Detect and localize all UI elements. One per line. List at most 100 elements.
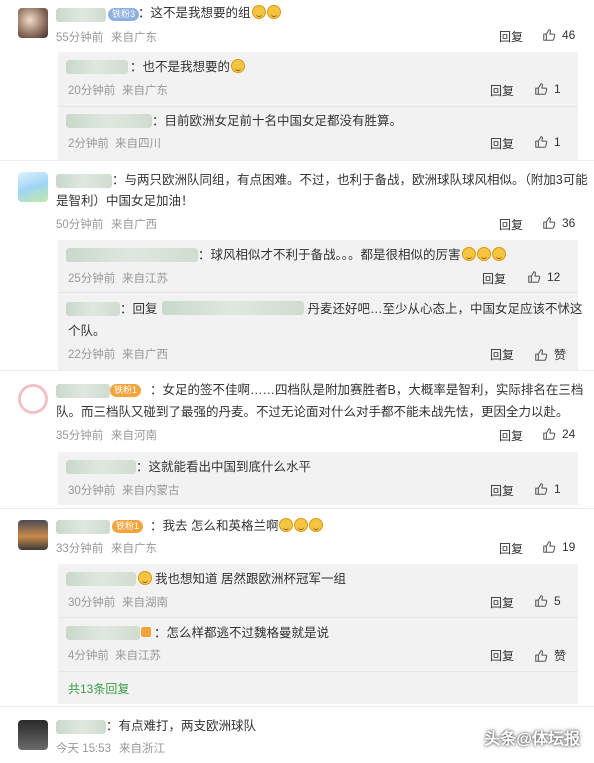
username[interactable] <box>56 384 110 398</box>
thumbs-up-icon <box>534 348 548 362</box>
like-button[interactable]: 46 <box>542 28 575 42</box>
reply-button[interactable]: 回复 <box>490 594 514 611</box>
like-count: 46 <box>562 28 576 42</box>
reply-text: ：球风相似才不利于备战。。。都是很相似的厉害 <box>198 245 506 265</box>
smile-emoji-icon <box>138 571 152 585</box>
like-count: 1 <box>554 135 561 149</box>
like-button[interactable]: 赞 <box>534 346 566 363</box>
fan-badge: 铁粉1 <box>110 384 142 397</box>
like-button[interactable]: 12 <box>527 270 560 284</box>
like-button[interactable]: 赞 <box>534 647 566 664</box>
like-count: 12 <box>547 270 561 284</box>
username[interactable] <box>56 8 106 22</box>
cat-emoji-icon <box>476 247 491 261</box>
like-count: 36 <box>562 216 576 230</box>
reply-location: 来自湖南 <box>122 597 168 609</box>
like-button[interactable]: 24 <box>542 427 575 441</box>
comment-text: ：女足的签不佳啊……四档队是附加赛胜者B，大概率是智利，实际排名在三档 <box>150 383 584 397</box>
separator <box>0 160 594 161</box>
username[interactable] <box>56 720 106 734</box>
reply-time: 22分钟前 <box>68 349 116 361</box>
cat-emoji-icon <box>461 247 476 261</box>
reply-button[interactable]: 回复 <box>499 540 523 557</box>
reply-button[interactable]: 回复 <box>490 647 514 664</box>
like-count: 1 <box>554 482 561 496</box>
comment-time: 今天 15:53 <box>56 743 111 755</box>
divider <box>58 617 578 618</box>
reply-button[interactable]: 回复 <box>499 216 523 233</box>
avatar[interactable] <box>18 172 48 202</box>
reply-button[interactable]: 回复 <box>482 270 506 287</box>
like-button[interactable]: 1 <box>534 135 561 149</box>
thumbs-up-icon <box>534 82 548 96</box>
fan-badge: 铁粉3 <box>108 8 140 21</box>
comment-text: ：我去 怎么和英格兰啊 <box>150 516 324 536</box>
reply-time: 20分钟前 <box>68 85 116 97</box>
reply-location: 来自江苏 <box>115 650 161 662</box>
like-button[interactable]: 36 <box>542 216 575 230</box>
avatar[interactable] <box>18 8 48 38</box>
username[interactable] <box>66 114 152 128</box>
laughing-emoji-icon <box>266 5 281 19</box>
reply-text: ：这就能看出中国到底什么水平 <box>136 460 312 474</box>
comment-text: 队。而三档队又碰到了最强的丹麦。不过无论面对什么对手都不能未战先怯，更因全力以赴… <box>56 405 569 419</box>
thumbs-up-icon <box>542 216 556 230</box>
like-count: 赞 <box>554 649 567 663</box>
separator <box>0 706 594 707</box>
comment-location: 来自河南 <box>111 430 157 442</box>
avatar[interactable] <box>18 384 48 414</box>
reply-location: 来自四川 <box>115 138 161 150</box>
username[interactable] <box>56 174 112 188</box>
reply-location: 来自广西 <box>122 349 168 361</box>
reply-button[interactable]: 回复 <box>490 346 514 363</box>
reply-text: ：怎么样都逃不过魏格曼就是说 <box>154 626 330 640</box>
reply-time: 30分钟前 <box>68 597 116 609</box>
mentioned-username[interactable] <box>161 301 304 315</box>
comment-location: 来自广东 <box>111 32 157 44</box>
divider <box>58 106 578 107</box>
divider <box>58 671 578 672</box>
cat-emoji-icon <box>231 59 246 73</box>
comment-time: 50分钟前 <box>56 219 104 231</box>
username[interactable] <box>66 572 136 586</box>
username[interactable] <box>66 248 198 262</box>
like-count: 赞 <box>554 348 567 362</box>
username[interactable] <box>56 520 110 534</box>
reply-text: ：回复 丹麦还好吧…至少从心态上，中国女足应该不怵这 <box>120 301 583 316</box>
comment-text: 是智利）中国女足加油！ <box>56 194 194 208</box>
reply-time: 25分钟前 <box>68 273 116 285</box>
comment-text: ：与两只欧洲队同组，有点困难。不过，也利于备战，欧洲球队球风相似。（附加3可能 <box>112 173 588 187</box>
like-button[interactable]: 1 <box>534 82 561 96</box>
reply-button[interactable]: 回复 <box>490 135 514 152</box>
reply-button[interactable]: 回复 <box>499 28 523 45</box>
like-button[interactable]: 1 <box>534 482 561 496</box>
like-button[interactable]: 19 <box>542 540 575 554</box>
thumbs-up-icon <box>534 135 548 149</box>
fan-badge: 铁粉1 <box>112 520 144 533</box>
avatar[interactable] <box>18 720 48 750</box>
avatar[interactable] <box>18 520 48 550</box>
view-all-replies-link[interactable]: 共13条回复 <box>68 680 129 697</box>
thumbs-up-icon <box>534 482 548 496</box>
reply-button[interactable]: 回复 <box>490 482 514 499</box>
reply-button[interactable]: 回复 <box>490 82 514 99</box>
cat-emoji-icon <box>491 247 506 261</box>
watermark: 头条@体坛报 <box>484 731 580 748</box>
reply-location: 来自江苏 <box>122 273 168 285</box>
username[interactable] <box>66 626 140 640</box>
username[interactable] <box>66 60 128 74</box>
crying-emoji-icon <box>309 518 324 532</box>
username[interactable] <box>66 302 120 316</box>
comment-text: ：有点难打，两支欧洲球队 <box>106 719 257 733</box>
crying-emoji-icon <box>294 518 309 532</box>
comment-location: 来自广东 <box>111 543 157 555</box>
reply-location: 来自内蒙古 <box>122 485 180 497</box>
username[interactable] <box>66 460 136 474</box>
fan-badge-icon <box>141 627 151 637</box>
reply-text: ：目前欧洲女足前十名中国女足都没有胜算。 <box>152 114 403 128</box>
thumbs-up-icon <box>542 427 556 441</box>
laughing-emoji-icon <box>251 5 266 19</box>
comment-location: 来自浙江 <box>119 743 165 755</box>
like-button[interactable]: 5 <box>534 594 561 608</box>
reply-button[interactable]: 回复 <box>499 427 523 444</box>
